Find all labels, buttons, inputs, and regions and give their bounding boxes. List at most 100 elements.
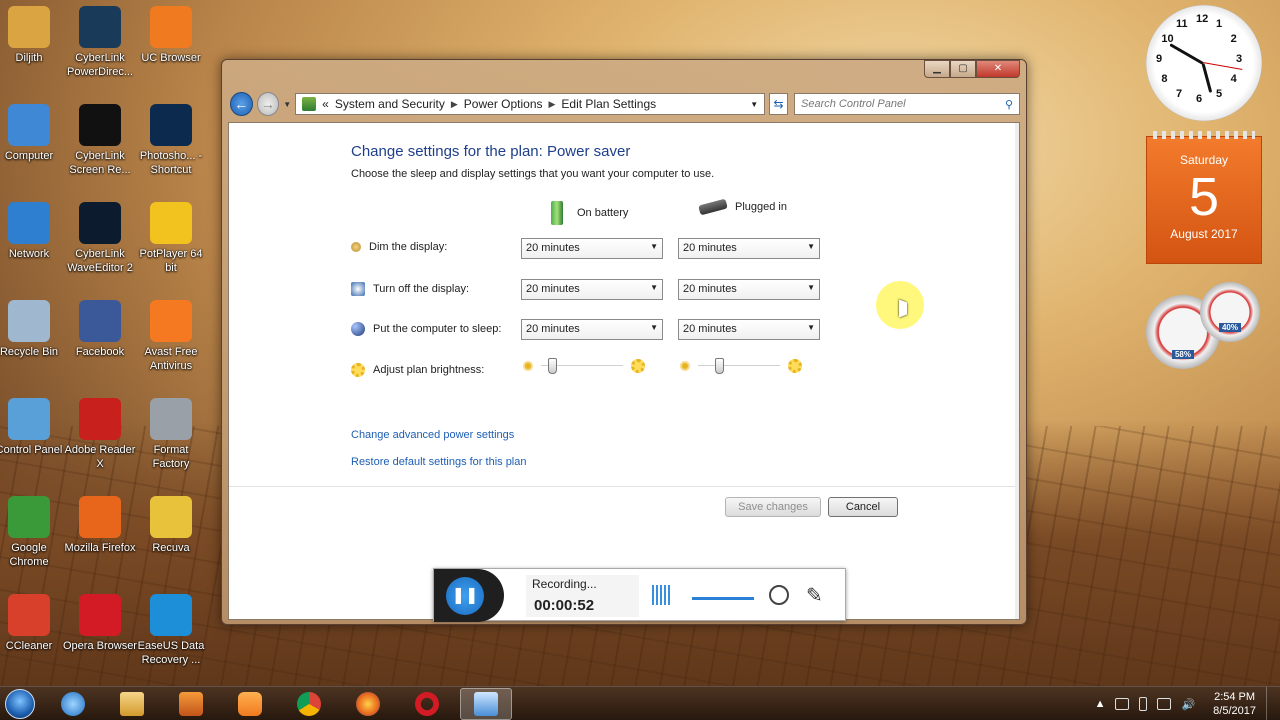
taskbar-control-panel[interactable] [460, 687, 512, 720]
taskbar-firefox[interactable] [342, 688, 394, 720]
recent-pages-icon[interactable]: ▼ [283, 100, 291, 109]
turn-off-display-battery-select[interactable]: 20 minutes ▼ [521, 279, 663, 300]
desktop-icon[interactable]: UC Browser [134, 6, 208, 65]
close-button[interactable]: ✕ [976, 60, 1020, 78]
desktop-icon-label: Mozilla Firefox [64, 542, 136, 554]
desktop-icon[interactable]: Photosho... - Shortcut [134, 104, 208, 177]
desktop-icon[interactable]: CyberLink WaveEditor 2 [63, 202, 137, 275]
desktop-icon[interactable]: Google Chrome [0, 496, 66, 569]
clock-gadget[interactable]: 12 1 2 3 4 5 6 7 8 9 10 11 [1146, 5, 1262, 121]
taskbar-explorer[interactable] [106, 688, 158, 720]
desktop-icon[interactable]: Computer [0, 104, 66, 163]
breadcrumb-system-security[interactable]: System and Security [335, 97, 445, 111]
address-dropdown-icon[interactable]: ▼ [750, 100, 758, 109]
refresh-icon[interactable]: ⇆ [769, 93, 788, 115]
desktop-icon[interactable]: CCleaner [0, 594, 66, 653]
cancel-button[interactable]: Cancel [828, 497, 898, 517]
show-desktop-button[interactable] [1266, 687, 1276, 720]
taskbar-media-player[interactable] [165, 688, 217, 720]
slider-track[interactable] [698, 357, 780, 375]
search-icon[interactable]: ⚲ [1005, 98, 1013, 111]
sun-icon [351, 363, 365, 377]
tray-clock[interactable]: 2:54 PM 8/5/2017 [1213, 690, 1256, 718]
desktop-icon[interactable]: Opera Browser [63, 594, 137, 653]
chevron-down-icon: ▼ [650, 323, 658, 332]
sleep-battery-value: 20 minutes [526, 323, 580, 335]
desktop-icon[interactable]: Mozilla Firefox [63, 496, 137, 555]
calendar-gadget[interactable]: Saturday 5 August 2017 [1146, 131, 1262, 264]
advanced-settings-link[interactable]: Change advanced power settings [351, 429, 514, 441]
desktop-icon-label: PotPlayer 64 bit [139, 248, 203, 274]
desktop-icon[interactable]: EaseUS Data Recovery ... [134, 594, 208, 667]
taskbar-opera[interactable] [401, 688, 453, 720]
volume-slider[interactable] [692, 597, 754, 600]
desktop-icon-label: Google Chrome [9, 542, 49, 568]
bright-sun-icon [788, 359, 802, 373]
desktop-icon[interactable]: Recycle Bin [0, 300, 66, 359]
taskbar-ie[interactable] [47, 688, 99, 720]
webcam-icon[interactable] [769, 585, 789, 605]
taskbar-chrome[interactable] [283, 688, 335, 720]
volume-icon[interactable]: 🔊 [1181, 698, 1195, 711]
desktop-icon[interactable]: Recuva [134, 496, 208, 555]
slider-thumb[interactable] [548, 358, 558, 374]
firefox-icon [356, 691, 380, 716]
save-changes-button[interactable]: Save changes [725, 497, 821, 517]
divider [229, 486, 1015, 487]
desktop-icon[interactable]: CyberLink Screen Re... [63, 104, 137, 177]
desktop-icon[interactable]: Control Panel [0, 398, 66, 457]
ram-meter-gadget[interactable]: 40% [1200, 282, 1260, 342]
desktop-icon[interactable]: PotPlayer 64 bit [134, 202, 208, 275]
back-button[interactable]: ← [230, 92, 253, 116]
battery-tray-icon[interactable] [1139, 697, 1148, 711]
forward-button[interactable]: → [256, 92, 280, 116]
clock-number: 1 [1216, 18, 1223, 31]
sleep-plugged-select[interactable]: 20 minutes ▼ [678, 319, 820, 340]
breadcrumb-overflow[interactable]: « [322, 97, 329, 111]
restore-defaults-link[interactable]: Restore default settings for this plan [351, 456, 526, 468]
turn-off-display-plugged-select[interactable]: 20 minutes ▼ [678, 279, 820, 300]
slider-thumb[interactable] [714, 358, 724, 374]
internet-explorer-icon [61, 691, 85, 716]
desktop-icon[interactable]: CyberLink PowerDirec... [63, 6, 137, 79]
recording-label: Recording... [532, 577, 597, 591]
show-hidden-icons[interactable]: ▲ [1095, 698, 1106, 710]
plug-icon [698, 198, 728, 216]
maximize-button[interactable]: ▢ [950, 60, 976, 78]
control-panel-window[interactable]: ▁ ▢ ✕ ← → ▼ « System and Security ▶ Powe… [221, 59, 1027, 625]
action-center-icon[interactable] [1115, 698, 1130, 710]
desktop-icon[interactable]: Facebook [63, 300, 137, 359]
desktop-icon[interactable]: Adobe Reader X [63, 398, 137, 471]
desktop-icon[interactable]: Avast Free Antivirus [134, 300, 208, 373]
desktop-icon[interactable]: Diljith [0, 6, 66, 65]
dim-display-battery-select[interactable]: 20 minutes ▼ [521, 238, 663, 259]
plan-settings-panel: Change settings for the plan: Power save… [228, 122, 1020, 620]
address-bar-row: ← → ▼ « System and Security ▶ Power Opti… [230, 91, 1020, 117]
start-button[interactable] [0, 687, 40, 720]
slider-track[interactable] [541, 357, 623, 375]
pause-button[interactable]: ❚❚ [446, 577, 484, 615]
breadcrumb[interactable]: « System and Security ▶ Power Options ▶ … [295, 93, 766, 115]
breadcrumb-power-options[interactable]: Power Options [464, 97, 543, 111]
search-placeholder: Search Control Panel [801, 98, 906, 110]
breadcrumb-separator-icon[interactable]: ▶ [451, 99, 458, 110]
network-tray-icon[interactable] [1157, 698, 1172, 710]
hour-hand [1201, 63, 1213, 93]
folder-icon [120, 691, 144, 716]
minimize-button[interactable]: ▁ [924, 60, 950, 78]
desktop-icon-label: Format Factory [152, 444, 190, 470]
audio-levels-icon[interactable] [652, 585, 670, 605]
taskbar-uc-browser[interactable] [224, 688, 276, 720]
breadcrumb-separator-icon[interactable]: ▶ [549, 99, 556, 110]
scrollbar[interactable] [1015, 123, 1019, 619]
breadcrumb-edit-plan[interactable]: Edit Plan Settings [561, 97, 656, 111]
sleep-battery-select[interactable]: 20 minutes ▼ [521, 319, 663, 340]
dim-display-plugged-select[interactable]: 20 minutes ▼ [678, 238, 820, 259]
search-input[interactable]: Search Control Panel ⚲ [794, 93, 1020, 115]
pencil-icon[interactable]: ✎ [806, 583, 823, 608]
clock-number: 6 [1196, 93, 1203, 105]
brightness-battery-slider[interactable] [523, 357, 645, 375]
desktop-icon[interactable]: Network [0, 202, 66, 261]
brightness-plugged-slider[interactable] [680, 357, 802, 375]
desktop-icon[interactable]: Format Factory [134, 398, 208, 471]
